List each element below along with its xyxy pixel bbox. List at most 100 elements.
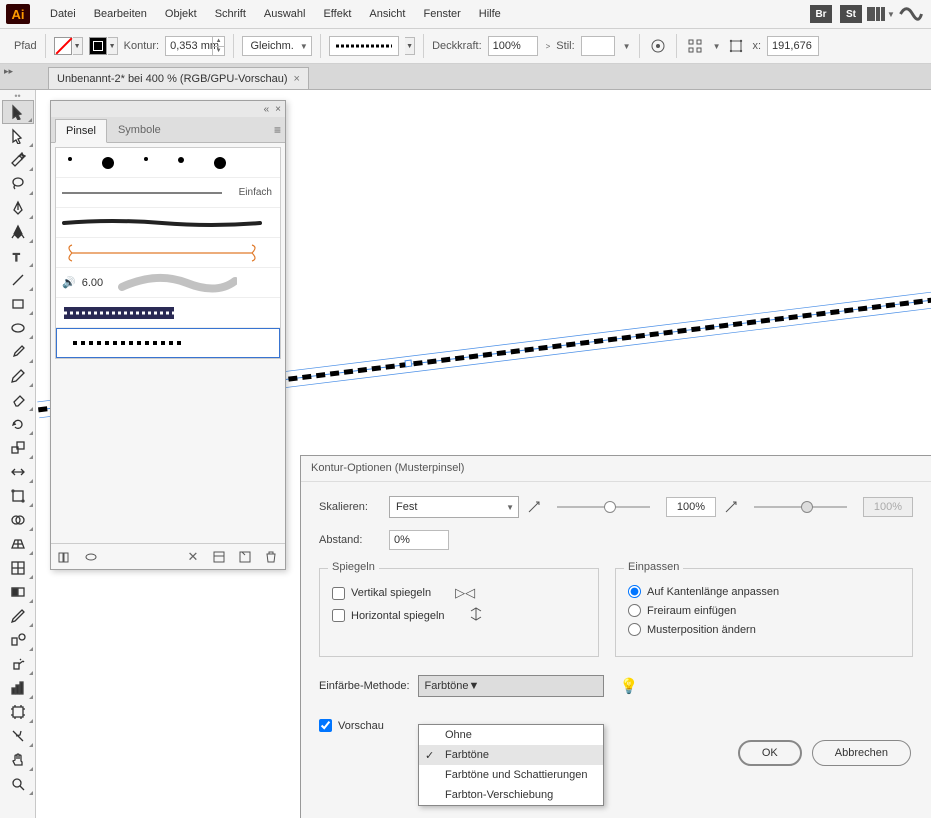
pen-tool[interactable] (2, 196, 34, 220)
flip-horizontal-label: Horizontal spiegeln (351, 610, 445, 622)
tip-icon[interactable]: 💡 (620, 677, 639, 695)
slice-tool[interactable] (2, 724, 34, 748)
bridge-icon[interactable]: Br (809, 4, 833, 24)
fill-swatch[interactable]: ▼ (54, 37, 83, 55)
eyedropper-tool[interactable] (2, 604, 34, 628)
align-icon[interactable] (685, 36, 705, 56)
scale-tool[interactable] (2, 436, 34, 460)
tab-symbole[interactable]: Symbole (107, 118, 172, 142)
layout-switch-icon[interactable]: ▼ (869, 4, 893, 24)
menu-auswahl[interactable]: Auswahl (256, 4, 314, 24)
brush-options-icon[interactable] (211, 549, 227, 565)
line-tool[interactable] (2, 268, 34, 292)
menu-schrift[interactable]: Schrift (207, 4, 254, 24)
fit-space-radio[interactable] (628, 604, 641, 617)
colorization-option-hue-shift[interactable]: Farbton-Verschiebung (419, 785, 603, 805)
brush-library-menu-icon[interactable] (83, 549, 99, 565)
hand-tool[interactable] (2, 748, 34, 772)
magic-wand-tool[interactable] (2, 148, 34, 172)
style-caret[interactable]: ▼ (623, 42, 631, 51)
eraser-tool[interactable] (2, 388, 34, 412)
x-input[interactable]: 191,676 (767, 36, 819, 56)
cancel-button[interactable]: Abbrechen (812, 740, 911, 766)
brush-row-calligraphic[interactable] (56, 148, 280, 178)
selection-tool[interactable] (2, 100, 34, 124)
colorization-option-none[interactable]: Ohne (419, 725, 603, 745)
zoom-tool[interactable] (2, 772, 34, 796)
collapse-handle-icon[interactable]: ▸▸ (4, 66, 13, 77)
close-tab-icon[interactable]: × (294, 73, 300, 85)
opacity-input[interactable]: 100% (488, 36, 538, 56)
flip-horizontal-checkbox[interactable] (332, 609, 345, 622)
stock-icon[interactable]: St (839, 4, 863, 24)
width-tool[interactable] (2, 460, 34, 484)
direct-selection-tool[interactable] (2, 124, 34, 148)
brush-dropdown-caret[interactable]: ▼ (405, 37, 415, 55)
fit-stretch-radio[interactable] (628, 585, 641, 598)
rotate-tool[interactable] (2, 412, 34, 436)
flip-legend: Spiegeln (328, 561, 379, 573)
spacing-input[interactable]: 0% (389, 530, 449, 550)
perspective-grid-tool[interactable] (2, 532, 34, 556)
stroke-swatch[interactable]: ▼ (89, 37, 118, 55)
fit-approximate-radio[interactable] (628, 623, 641, 636)
menu-ansicht[interactable]: Ansicht (361, 4, 413, 24)
rectangle-tool[interactable] (2, 292, 34, 316)
lasso-tool[interactable] (2, 172, 34, 196)
menu-effekt[interactable]: Effekt (315, 4, 359, 24)
ellipse-tool[interactable] (2, 316, 34, 340)
panel-collapse-icon[interactable]: « (264, 104, 270, 115)
recolor-icon[interactable] (648, 36, 668, 56)
menu-datei[interactable]: Datei (42, 4, 84, 24)
brush-libraries-icon[interactable] (57, 549, 73, 565)
new-brush-icon[interactable] (237, 549, 253, 565)
gpu-icon[interactable] (899, 4, 923, 24)
free-transform-tool[interactable] (2, 484, 34, 508)
curvature-tool[interactable] (2, 220, 34, 244)
mesh-tool[interactable] (2, 556, 34, 580)
brush-row-basic[interactable]: Einfach (56, 178, 280, 208)
brush-row-pattern2-selected[interactable] (56, 328, 280, 358)
shape-builder-tool[interactable] (2, 508, 34, 532)
symbol-sprayer-tool[interactable] (2, 652, 34, 676)
tab-pinsel[interactable]: Pinsel (55, 119, 107, 143)
scale-select[interactable]: Fest▼ (389, 496, 519, 518)
panel-menu-icon[interactable]: ≡ (274, 123, 281, 137)
artboard-tool[interactable] (2, 700, 34, 724)
colorization-option-tints-shades[interactable]: Farbtöne und Schattierungen (419, 765, 603, 785)
brush-row-charcoal[interactable] (56, 208, 280, 238)
brush-row-artistic[interactable]: 🔊6.00 (56, 268, 280, 298)
colorization-option-tints[interactable]: ✓Farbtöne (419, 745, 603, 765)
colorization-select[interactable]: Farbtöne▼ (418, 675, 604, 697)
pencil-tool[interactable] (2, 364, 34, 388)
paintbrush-tool[interactable] (2, 340, 34, 364)
blend-tool[interactable] (2, 628, 34, 652)
stroke-profile-select[interactable]: Gleichm.▼ (242, 36, 312, 56)
menu-bearbeiten[interactable]: Bearbeiten (86, 4, 155, 24)
transform-icon[interactable] (726, 36, 746, 56)
opacity-caret[interactable]: > (546, 42, 551, 51)
column-graph-tool[interactable] (2, 676, 34, 700)
flip-vertical-checkbox[interactable] (332, 587, 345, 600)
preview-checkbox[interactable] (319, 719, 332, 732)
toolbox-grip-icon[interactable]: •• (0, 92, 35, 100)
brush-label-einfach: Einfach (239, 187, 272, 198)
remove-stroke-icon[interactable]: ✕ (185, 549, 201, 565)
brush-row-pattern1[interactable] (56, 298, 280, 328)
gradient-tool[interactable] (2, 580, 34, 604)
delete-brush-icon[interactable] (263, 549, 279, 565)
document-tab[interactable]: Unbenannt-2* bei 400 % (RGB/GPU-Vorschau… (48, 67, 309, 89)
brush-definition-select[interactable] (329, 36, 399, 56)
panel-close-icon[interactable]: × (275, 104, 281, 115)
menu-fenster[interactable]: Fenster (415, 4, 468, 24)
brush-row-banner[interactable] (56, 238, 280, 268)
style-select[interactable] (581, 36, 615, 56)
scale-value-min[interactable]: 100% (666, 497, 716, 517)
scale-slider-min[interactable] (557, 506, 650, 508)
opacity-label: Deckkraft: (432, 40, 482, 52)
ok-button[interactable]: OK (738, 740, 802, 766)
menu-hilfe[interactable]: Hilfe (471, 4, 509, 24)
stroke-weight-input[interactable]: 0,353 mm▲▼ (165, 36, 225, 56)
type-tool[interactable]: T (2, 244, 34, 268)
menu-objekt[interactable]: Objekt (157, 4, 205, 24)
